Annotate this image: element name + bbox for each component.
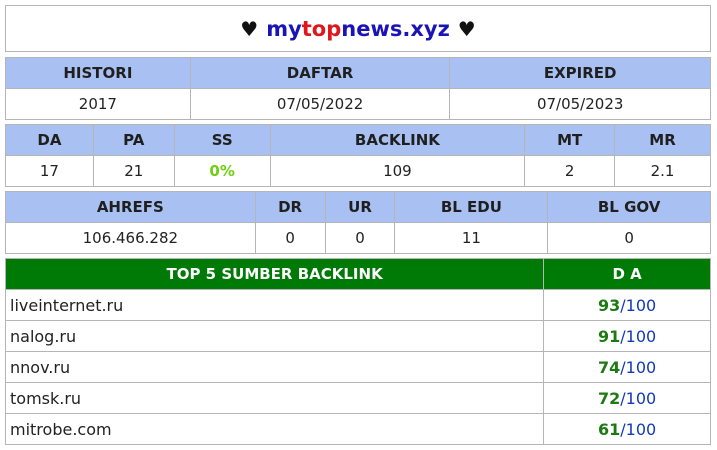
header-dr: DR (254, 191, 326, 223)
site-title-part-top: top (301, 16, 342, 41)
header-pa: PA (92, 124, 175, 156)
header-mt: MT (524, 124, 616, 156)
header-da: DA (5, 124, 94, 156)
value-mt: 2 (524, 155, 616, 187)
header-histori: HISTORI (5, 57, 191, 89)
ahrefs-metrics-table: AHREFS DR UR BL EDU BL GOV 106.466.282 0… (5, 191, 711, 254)
value-pa: 21 (92, 155, 175, 187)
backlink-da-max: 100 (625, 295, 657, 315)
page: ♥ mytopnews.xyz ♥ HISTORI DAFTAR EXPIRED… (0, 0, 717, 450)
header-ahrefs: AHREFS (5, 191, 256, 223)
seo-metrics-table: DA PA SS BACKLINK MT MR 17 21 0% 109 2 2… (5, 124, 711, 187)
backlink-da-value: 72 (598, 388, 621, 408)
site-title[interactable]: mytopnews.xyz (266, 17, 450, 41)
value-dr: 0 (254, 222, 326, 254)
heart-icon-left: ♥ (240, 16, 259, 41)
value-ss: 0% (173, 155, 271, 187)
site-title-part-my: my (266, 16, 302, 41)
header-expired: EXPIRED (449, 57, 711, 89)
backlink-site[interactable]: liveinternet.ru (4, 289, 545, 321)
backlink-da-value: 91 (598, 326, 621, 346)
header-backlink: BACKLINK (269, 124, 526, 156)
backlink-site[interactable]: nnov.ru (4, 351, 545, 383)
backlink-da: 91/100 (543, 320, 711, 352)
value-bl-edu: 11 (394, 222, 549, 254)
value-histori: 2017 (5, 88, 191, 120)
backlink-da: 74/100 (543, 351, 711, 383)
header-ur: UR (324, 191, 396, 223)
header-bl-gov: BL GOV (547, 191, 711, 223)
table-row: nnov.ru 74/100 (4, 351, 711, 383)
domain-dates-table: HISTORI DAFTAR EXPIRED 2017 07/05/2022 0… (5, 57, 711, 120)
backlink-da-value: 61 (598, 419, 621, 439)
backlink-da: 72/100 (543, 382, 711, 414)
value-da: 17 (5, 155, 94, 187)
value-daftar: 07/05/2022 (189, 88, 451, 120)
backlink-site[interactable]: nalog.ru (4, 320, 545, 352)
value-backlink: 109 (269, 155, 526, 187)
backlink-da: 61/100 (543, 413, 711, 445)
header-backlink-da: D A (543, 258, 711, 290)
site-title-box: ♥ mytopnews.xyz ♥ (5, 5, 711, 52)
table-row: nalog.ru 91/100 (4, 320, 711, 352)
value-ahrefs: 106.466.282 (5, 222, 256, 254)
backlink-da-value: 74 (598, 357, 621, 377)
value-ur: 0 (324, 222, 396, 254)
header-mr: MR (614, 124, 711, 156)
backlink-da-max: 100 (625, 326, 657, 346)
backlink-da: 93/100 (543, 289, 711, 321)
value-expired: 07/05/2023 (449, 88, 711, 120)
backlink-site[interactable]: tomsk.ru (4, 382, 545, 414)
heart-icon-right: ♥ (457, 16, 476, 41)
table-row: liveinternet.ru 93/100 (4, 289, 711, 321)
table-row: mitrobe.com 61/100 (4, 413, 711, 445)
site-title-part-news: news.xyz (341, 16, 450, 41)
header-bl-edu: BL EDU (394, 191, 549, 223)
backlink-da-max: 100 (625, 388, 657, 408)
header-top-backlink-sources: TOP 5 SUMBER BACKLINK (4, 258, 545, 290)
top-backlinks-table: TOP 5 SUMBER BACKLINK D A liveinternet.r… (4, 258, 711, 445)
table-row: tomsk.ru 72/100 (4, 382, 711, 414)
value-mr: 2.1 (614, 155, 711, 187)
backlink-site[interactable]: mitrobe.com (4, 413, 545, 445)
value-bl-gov: 0 (547, 222, 711, 254)
backlink-da-value: 93 (598, 295, 621, 315)
backlink-da-max: 100 (625, 357, 657, 377)
header-ss: SS (173, 124, 271, 156)
backlink-da-max: 100 (625, 419, 657, 439)
header-daftar: DAFTAR (189, 57, 451, 89)
